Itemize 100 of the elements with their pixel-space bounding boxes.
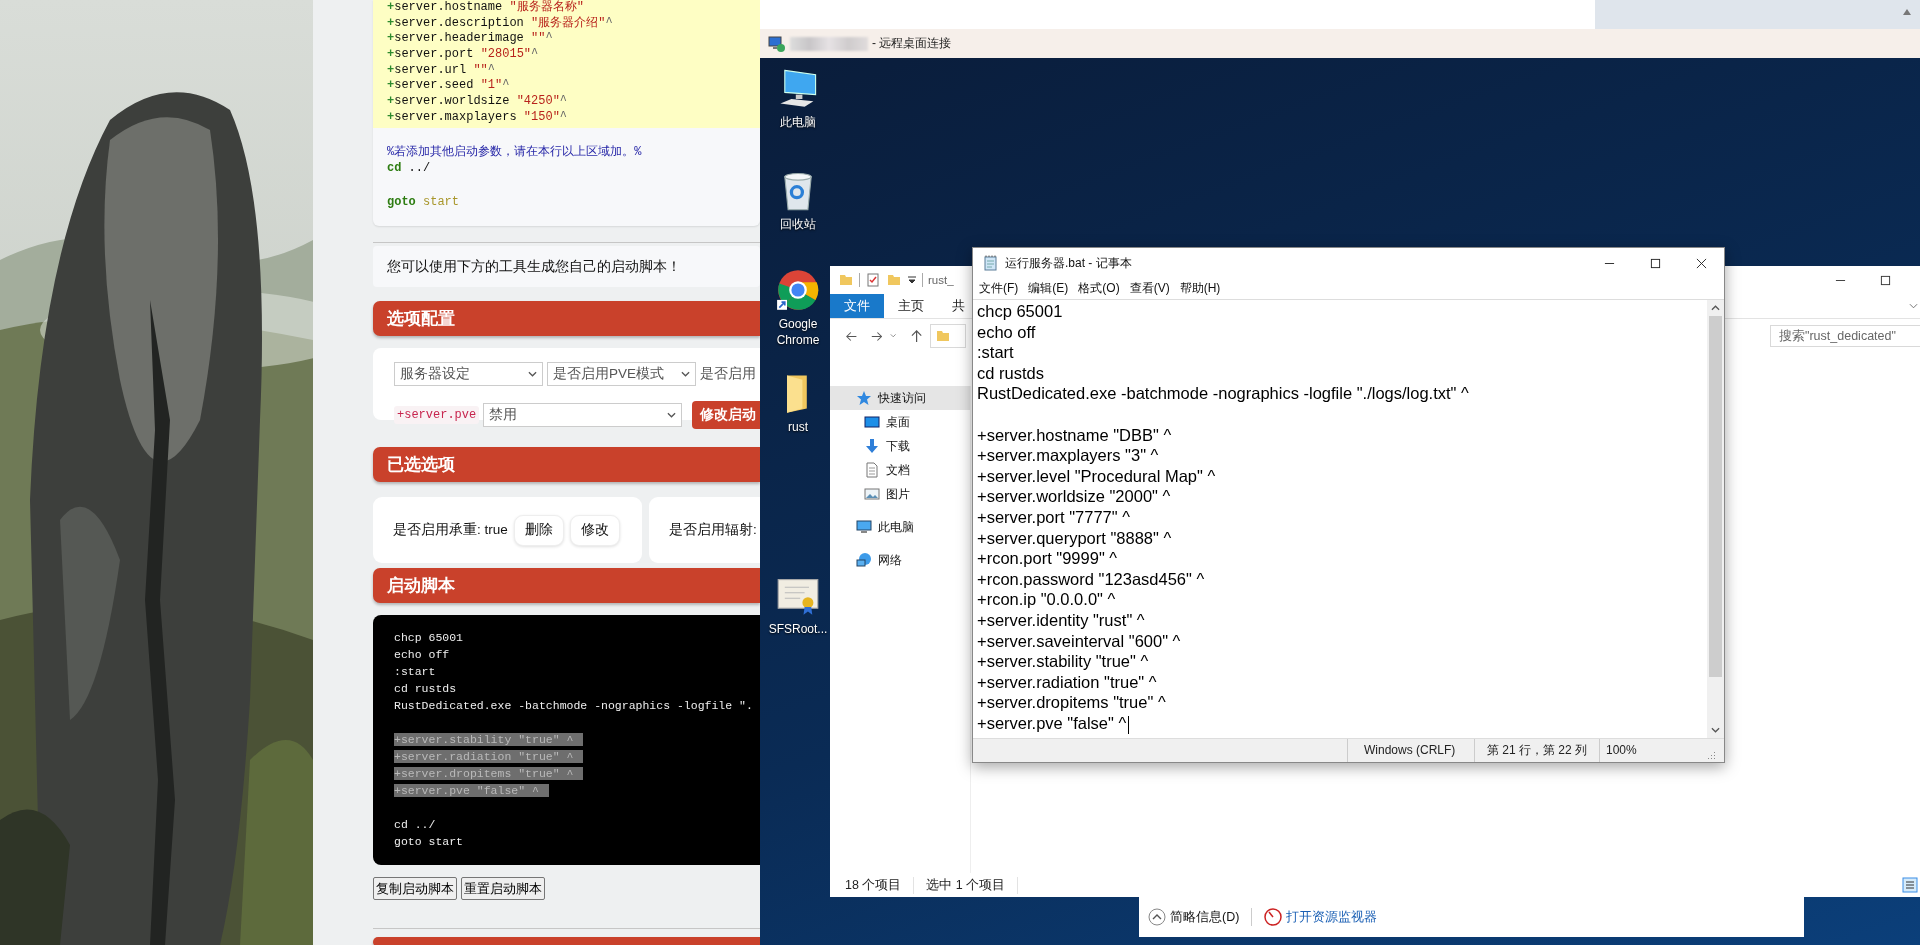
scrollbar[interactable] xyxy=(1707,300,1724,738)
scroll-down-icon[interactable] xyxy=(1711,727,1720,733)
desktop-shortcut[interactable]: SFSRoot... xyxy=(764,573,832,637)
text-line: +server.stability "true" ^ xyxy=(977,652,1149,671)
script-line: echo off xyxy=(394,648,450,662)
checklist-icon[interactable] xyxy=(865,272,881,288)
text-line: +server.maxplayers "3" ^ xyxy=(977,446,1159,465)
text-line: +rcon.ip "0.0.0.0" ^ xyxy=(977,590,1116,609)
code-comment: %若添加其他启动参数，请在本行以上区域加。% xyxy=(387,143,643,161)
script-line: cd ../ xyxy=(394,818,436,832)
scroll-up-icon[interactable] xyxy=(1902,8,1912,16)
menu-item[interactable]: 帮助(H) xyxy=(1174,280,1226,297)
chevron-up-icon[interactable] xyxy=(1148,908,1166,926)
dropdown[interactable]: 是否启用PVE模式 xyxy=(547,362,696,387)
up-arrow-icon[interactable] xyxy=(910,329,922,343)
dropdown[interactable]: 服务器设定 xyxy=(394,362,543,387)
menu-item[interactable]: 查看(V) xyxy=(1124,280,1175,297)
back-arrow-icon[interactable] xyxy=(846,329,858,343)
nav-item[interactable]: 此电脑 xyxy=(830,515,970,539)
code-line: cd ../ xyxy=(387,160,432,177)
details-view-icon[interactable] xyxy=(1902,877,1918,893)
shortcut-label: 此电脑 xyxy=(779,114,817,130)
code-line: goto start xyxy=(387,193,461,211)
network-icon xyxy=(856,552,872,568)
text-line: +server.radiation "true" ^ xyxy=(977,672,1157,691)
ribbon-tab[interactable]: 文件 xyxy=(830,294,884,318)
script-line: :start xyxy=(394,665,436,679)
text-line: +rcon.port "9999" ^ xyxy=(977,549,1118,568)
code-line: +server.worldsize "4250"^ xyxy=(387,94,569,110)
menu-item[interactable]: 文件(F) xyxy=(974,280,1024,297)
action-button[interactable]: 修改 xyxy=(569,514,620,546)
param-tag: +server.pve xyxy=(394,406,480,425)
desktop-shortcut[interactable]: rust xyxy=(764,371,832,435)
search-field[interactable]: 搜索"rust_dedicated" xyxy=(1770,325,1920,347)
computer-icon xyxy=(856,519,872,535)
nav-item[interactable]: 图片 xyxy=(830,482,970,506)
nav-item[interactable]: 文档 xyxy=(830,458,970,482)
resize-grip-icon[interactable] xyxy=(1706,750,1716,760)
shortcut-label: Google Chrome xyxy=(775,316,821,348)
nav-item[interactable]: 下载 xyxy=(830,434,970,458)
status-text: 100% xyxy=(1599,739,1699,762)
folder-icon xyxy=(935,328,951,344)
text-line: +server.identity "rust" ^ xyxy=(977,610,1145,629)
text-line: +server.worldsize "2000" ^ xyxy=(977,487,1171,506)
text-line: :start xyxy=(977,343,1014,362)
chevron-icon xyxy=(681,371,690,378)
menu-item[interactable]: 编辑(E) xyxy=(1023,280,1074,297)
text-line: +server.port "7777" ^ xyxy=(977,507,1130,526)
text-line: +rcon.password "123asd456" ^ xyxy=(977,569,1205,588)
window-title: 运行服务器.bat - 记事本 xyxy=(1005,254,1132,272)
chevron-icon[interactable] xyxy=(1909,303,1918,309)
chevron-icon xyxy=(667,412,677,419)
section-header: 启动脚本 xyxy=(373,568,760,604)
script-line: goto start xyxy=(394,835,463,849)
code-line: +server.maxplayers "150"^ xyxy=(387,109,569,126)
text-line: +server.pve "false" ^ xyxy=(977,713,1127,732)
menu-item[interactable]: 格式(O) xyxy=(1073,280,1125,297)
chevron-icon xyxy=(528,371,537,378)
text-line: cd rustds xyxy=(977,363,1044,382)
script-button[interactable]: 复制启动脚本 xyxy=(373,877,457,901)
scroll-thumb[interactable] xyxy=(1709,316,1722,677)
section-header: 选项配置 xyxy=(373,301,760,337)
text-line: +server.level "Procedural Map" ^ xyxy=(977,466,1216,485)
window-title: - 远程桌面连接 xyxy=(872,35,952,52)
status-text: 18 个项目 xyxy=(845,876,915,894)
script-line: cd rustds xyxy=(394,682,457,696)
details-toggle[interactable]: 简略信息(D) xyxy=(1170,908,1240,926)
code-line: +server.hostname "服务器名称" xyxy=(387,0,585,16)
desktop-shortcut[interactable]: Google Chrome xyxy=(764,268,832,348)
image-icon xyxy=(864,486,880,502)
dropdown[interactable]: 是否启用 xyxy=(700,365,756,384)
text-line: +server.saveinterval "600" ^ xyxy=(977,631,1181,650)
dropdown[interactable]: 禁用 xyxy=(483,403,683,428)
maximize-icon xyxy=(1649,257,1661,269)
desktop-shortcut[interactable]: 回收站 xyxy=(764,168,832,232)
desktop-shortcut[interactable]: 此电脑 xyxy=(764,66,832,130)
script-button[interactable]: 重置启动脚本 xyxy=(461,877,545,901)
ribbon-tab[interactable]: 共 xyxy=(938,294,969,318)
caret-icon[interactable] xyxy=(890,333,897,339)
text-line: echo off xyxy=(977,322,1036,341)
ribbon-tab[interactable]: 主页 xyxy=(884,294,938,318)
text-line: chcp 65001 xyxy=(977,302,1063,320)
shortcut-label: SFSRoot... xyxy=(768,621,828,637)
resource-monitor-link[interactable]: 打开资源监视器 xyxy=(1286,908,1378,926)
desktop-icon xyxy=(864,414,880,430)
nav-item[interactable]: 桌面 xyxy=(830,410,970,434)
action-button[interactable]: 删除 xyxy=(513,514,564,546)
apply-button[interactable]: 修改启动 xyxy=(692,401,760,430)
nav-item[interactable]: 快速访问 xyxy=(830,386,970,410)
notice-text: 您可以使用下方的工具生成您自己的启动脚本！ xyxy=(373,246,760,288)
nav-item[interactable]: 网络 xyxy=(830,548,970,572)
close-icon xyxy=(1695,257,1707,269)
dropdown-icon[interactable] xyxy=(907,276,917,284)
status-text: 第 21 行，第 22 列 xyxy=(1474,739,1599,762)
down-arrow-icon xyxy=(864,438,880,454)
forward-arrow-icon[interactable] xyxy=(871,329,883,343)
option-label: 是否启用承重: true xyxy=(393,521,508,540)
browser-icon xyxy=(776,268,820,312)
scroll-up-icon[interactable] xyxy=(1711,305,1720,311)
code-line: +server.headerimage ""^ xyxy=(387,31,554,48)
